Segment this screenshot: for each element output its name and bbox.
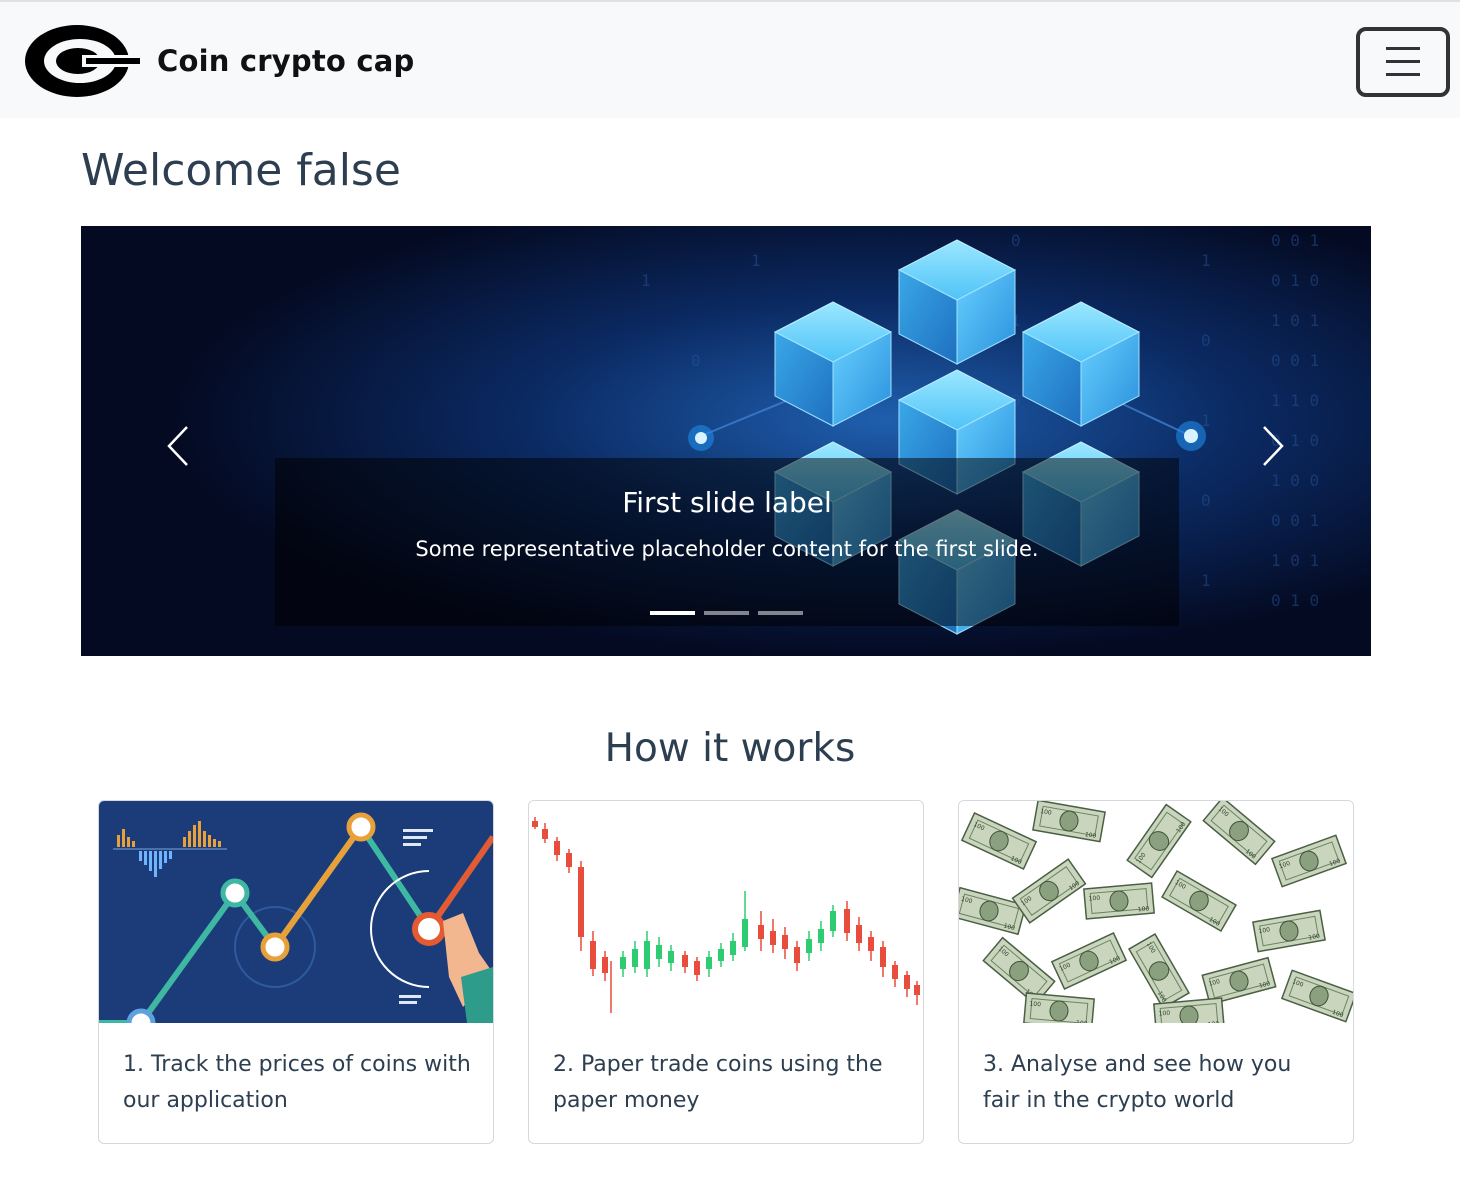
- navbar-brand[interactable]: Coin crypto cap: [22, 22, 414, 100]
- card-image-money-bills: 100 100: [959, 801, 1353, 1023]
- carousel-indicators: [650, 611, 803, 615]
- navbar: Coin crypto cap: [0, 0, 1460, 118]
- carousel-indicator-2[interactable]: [704, 611, 749, 615]
- hamburger-bar: [1386, 73, 1420, 76]
- chevron-right-icon: [1263, 426, 1284, 466]
- slide-label: First slide label: [622, 486, 832, 519]
- carousel-caption: First slide label Some representative pl…: [275, 458, 1179, 626]
- svg-text:0: 0: [691, 351, 701, 370]
- card-text: 3. Analyse and see how you fair in the c…: [983, 1052, 1292, 1113]
- carousel-indicator-1[interactable]: [650, 611, 695, 615]
- svg-text:0: 0: [1201, 331, 1211, 350]
- hamburger-menu-icon: [1386, 47, 1420, 50]
- card-track-prices: 1. Track the prices of coins with our ap…: [98, 800, 494, 1144]
- page-title: Welcome false: [81, 145, 401, 196]
- card-paper-trade: 2. Paper trade coins using the paper mon…: [528, 800, 924, 1144]
- brand-name: Coin crypto cap: [157, 44, 415, 78]
- svg-text:1 0 1: 1 0 1: [1271, 311, 1319, 330]
- svg-text:0: 0: [1201, 491, 1211, 510]
- navbar-toggler-button[interactable]: [1356, 27, 1450, 97]
- carousel: 0 0 1 0 1 0 1 0 1 0 0 1 1 1 0 0 1 0 1 0 0 0 …: [81, 226, 1371, 656]
- carousel-prev-button[interactable]: [148, 416, 208, 476]
- hamburger-bar: [1386, 60, 1420, 63]
- svg-text:1 0 1: 1 0 1: [1271, 551, 1319, 570]
- svg-text:1: 1: [641, 271, 651, 290]
- section-title-how-it-works: How it works: [604, 726, 856, 771]
- card-analyse: 100 100 3. Analyse and see how you fair …: [958, 800, 1354, 1144]
- svg-text:1: 1: [1201, 571, 1211, 590]
- card-text: 2. Paper trade coins using the paper mon…: [553, 1052, 883, 1113]
- carousel-indicator-3[interactable]: [758, 611, 803, 615]
- slide-text: Some representative placeholder content …: [415, 537, 1039, 561]
- svg-text:0 0 1: 0 0 1: [1271, 511, 1319, 530]
- chevron-left-icon: [167, 426, 188, 466]
- svg-text:0 1 0: 0 1 0: [1271, 591, 1319, 610]
- svg-text:1 1 0: 1 1 0: [1271, 391, 1319, 410]
- svg-text:0 0 1: 0 0 1: [1271, 231, 1319, 250]
- brand-logo-icon: [25, 25, 140, 97]
- card-text: 1. Track the prices of coins with our ap…: [123, 1052, 471, 1113]
- card-image-price-chart: [99, 801, 493, 1023]
- svg-text:0: 0: [1011, 231, 1021, 250]
- svg-text:0 0 1: 0 0 1: [1271, 351, 1319, 370]
- svg-text:0 1 0: 0 1 0: [1271, 271, 1319, 290]
- svg-text:1: 1: [1201, 251, 1211, 270]
- svg-text:1: 1: [751, 251, 761, 270]
- card-image-candlestick-chart: [529, 801, 923, 1023]
- carousel-next-button[interactable]: [1243, 416, 1303, 476]
